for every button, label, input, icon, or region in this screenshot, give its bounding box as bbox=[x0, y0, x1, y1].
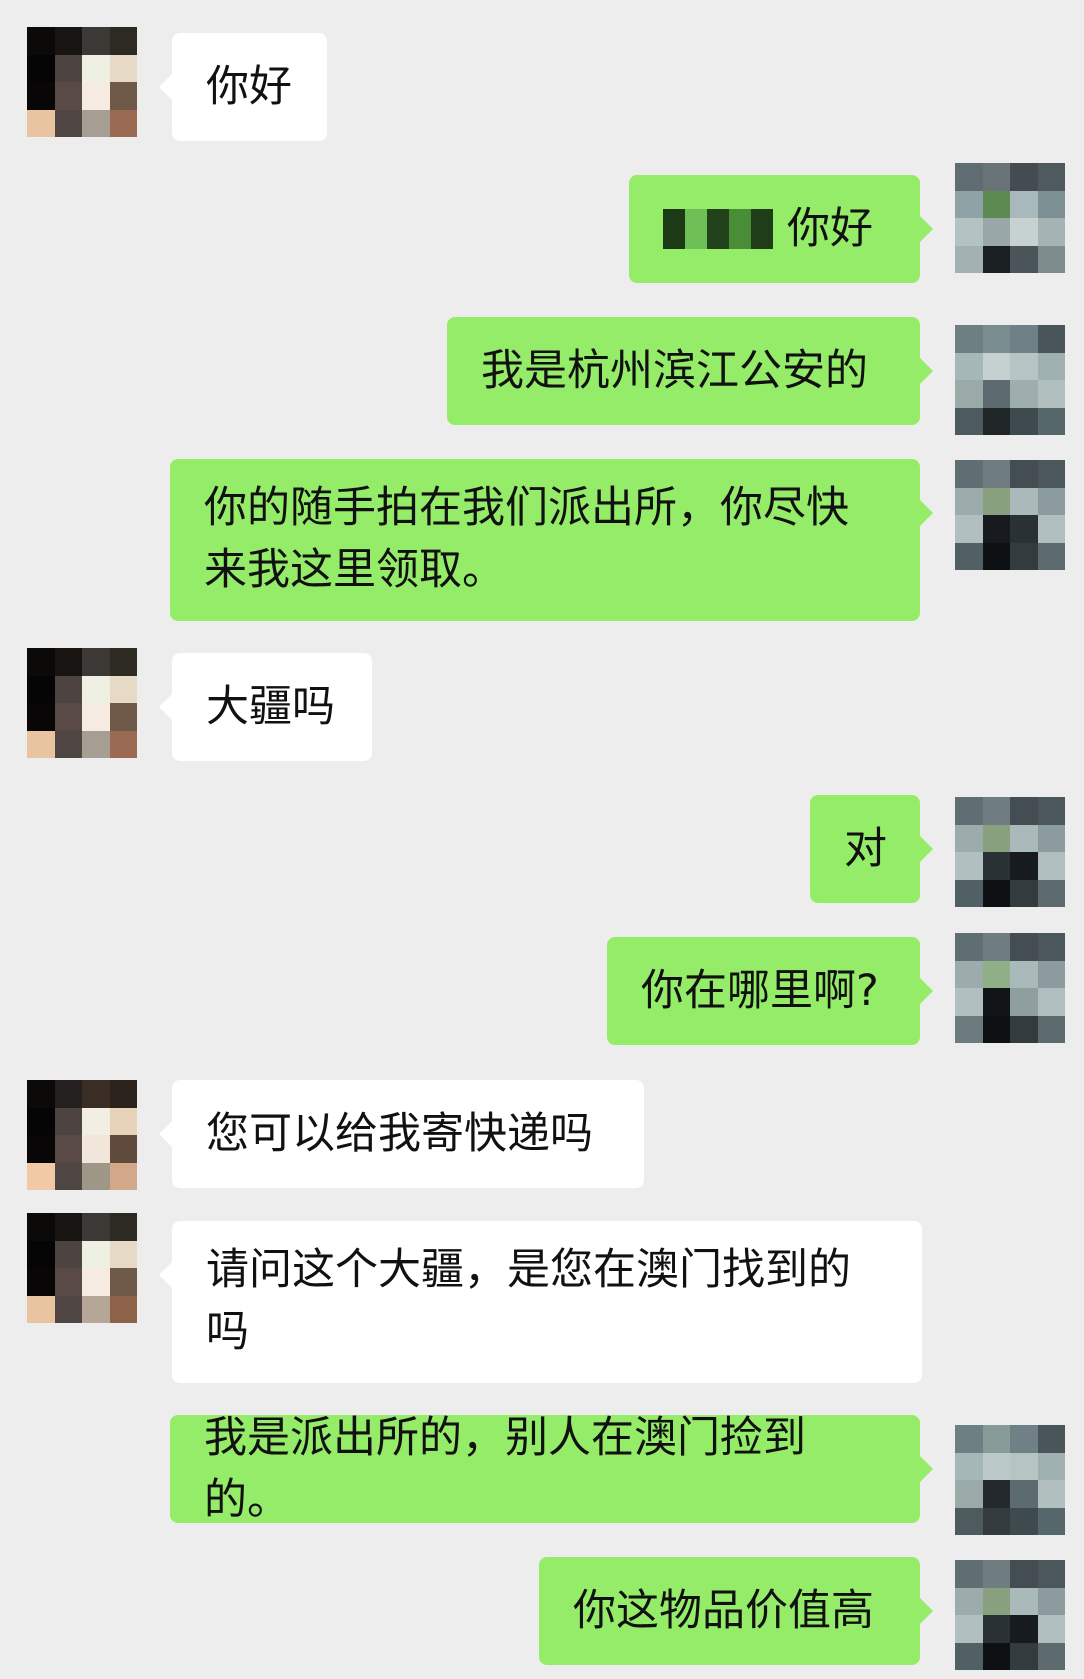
message-text: 你好 bbox=[206, 62, 292, 112]
message-bubble-incoming[interactable]: 请问这个大疆，是您在澳门找到的吗 bbox=[159, 1221, 922, 1383]
avatar-incoming[interactable] bbox=[27, 1080, 137, 1190]
redacted-name-mosaic bbox=[663, 209, 773, 249]
message-bubble-outgoing[interactable]: 你这物品价值高 bbox=[539, 1557, 933, 1665]
message-bubble-incoming[interactable]: 大疆吗 bbox=[159, 653, 372, 761]
avatar-incoming[interactable] bbox=[27, 648, 137, 758]
message-text: 你在哪里啊? bbox=[641, 966, 879, 1016]
message-text: 您可以给我寄快递吗 bbox=[206, 1109, 593, 1159]
message-bubble-outgoing[interactable]: 你在哪里啊? bbox=[607, 937, 933, 1045]
avatar-self[interactable] bbox=[955, 1560, 1065, 1670]
avatar-incoming[interactable] bbox=[27, 27, 137, 137]
message-bubble-outgoing[interactable]: 对 bbox=[810, 795, 933, 903]
message-text: 你好 bbox=[787, 204, 873, 254]
avatar-self[interactable] bbox=[955, 163, 1065, 273]
message-bubble-outgoing[interactable]: 你好 bbox=[629, 175, 933, 283]
avatar-self[interactable] bbox=[955, 460, 1065, 570]
message-text: 对 bbox=[844, 824, 887, 874]
avatar-self[interactable] bbox=[955, 933, 1065, 1043]
message-text: 我是杭州滨江公安的 bbox=[481, 346, 868, 396]
message-text: 我是派出所的，别人在澳门捡到的。 bbox=[204, 1413, 806, 1525]
message-bubble-outgoing[interactable]: 你的随手拍在我们派出所，你尽快来我这里领取。 bbox=[170, 459, 933, 621]
avatar-self[interactable] bbox=[955, 1425, 1065, 1535]
message-bubble-incoming[interactable]: 你好 bbox=[159, 33, 327, 141]
message-text: 你这物品价值高 bbox=[573, 1586, 874, 1636]
message-bubble-outgoing[interactable]: 我是杭州滨江公安的 bbox=[447, 317, 933, 425]
avatar-self[interactable] bbox=[955, 797, 1065, 907]
message-text: 请问这个大疆，是您在澳门找到的吗 bbox=[206, 1245, 851, 1357]
message-bubble-incoming[interactable]: 您可以给我寄快递吗 bbox=[159, 1080, 644, 1188]
message-text: 大疆吗 bbox=[206, 682, 335, 732]
message-text: 你的随手拍在我们派出所，你尽快来我这里领取。 bbox=[204, 483, 849, 595]
message-bubble-outgoing[interactable]: 我是派出所的，别人在澳门捡到的。 bbox=[170, 1413, 933, 1525]
avatar-incoming[interactable] bbox=[27, 1213, 137, 1323]
avatar-self[interactable] bbox=[955, 325, 1065, 435]
